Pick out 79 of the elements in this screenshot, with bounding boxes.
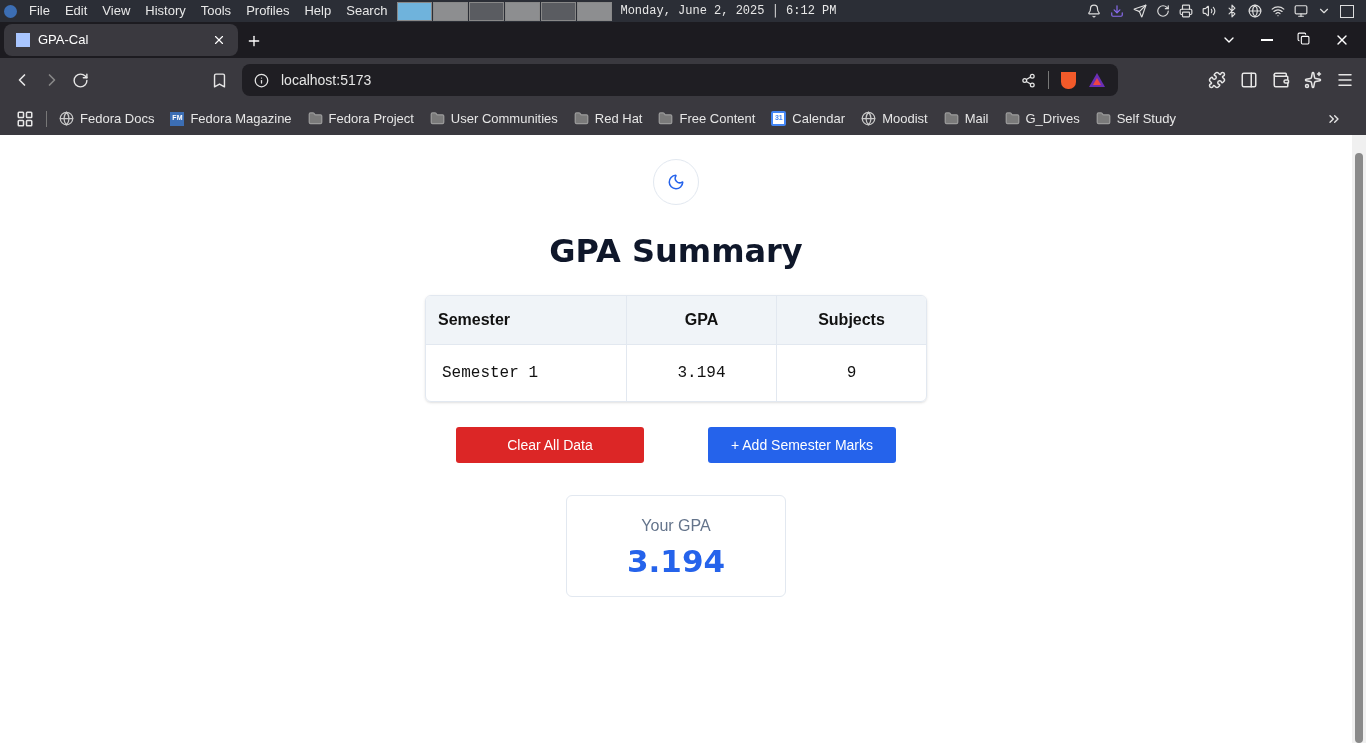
menu-item[interactable]: Search <box>346 1 388 21</box>
gpa-label: Your GPA <box>641 516 711 536</box>
bookmark-link[interactable]: Fedora Magazine <box>190 108 292 129</box>
restore-button[interactable] <box>1297 32 1310 48</box>
wallet-button[interactable] <box>1272 71 1290 89</box>
fedora-logo-icon <box>4 4 17 18</box>
bookmark-link[interactable]: Fedora Project <box>328 108 414 129</box>
close-tab-button[interactable] <box>212 33 226 47</box>
menu-item[interactable]: Profiles <box>246 1 290 21</box>
bookmark-link[interactable]: Free Content <box>679 108 756 129</box>
new-tab-button[interactable] <box>246 33 262 49</box>
vpn-icon <box>1248 4 1262 18</box>
page-title: GPA Summary <box>549 231 803 272</box>
url-text: localhost:5173 <box>281 70 372 90</box>
bookmark-link[interactable]: Fedora Docs <box>80 108 155 129</box>
bell-icon <box>1087 4 1101 18</box>
workspace-switch[interactable] <box>397 1 433 21</box>
bookmark-link[interactable]: G_Drives <box>1025 108 1080 129</box>
menu-item[interactable]: File <box>29 1 50 21</box>
volume-icon <box>1202 4 1216 18</box>
desktop-icon <box>1340 4 1354 18</box>
menu-item[interactable]: History <box>145 1 186 21</box>
bookmark-link[interactable]: Self Study <box>1116 108 1176 129</box>
table-cell-text: Semester 1 <box>441 363 539 384</box>
calculator-icon <box>16 33 30 47</box>
gpa-value: 3.194 <box>626 542 726 581</box>
workspace-switch[interactable] <box>505 1 541 21</box>
folder-icon <box>1095 111 1111 126</box>
wifi-icon <box>1271 4 1285 18</box>
globe-icon <box>861 111 877 126</box>
reload-button[interactable] <box>72 71 89 89</box>
workspace-switch[interactable] <box>577 1 613 21</box>
folder-icon <box>658 111 674 126</box>
clock: Monday, June 2, 2025 │ 6:12 PM <box>620 3 837 20</box>
printer-icon <box>1179 4 1193 18</box>
sidebar-button[interactable] <box>1240 71 1258 89</box>
column-header: GPA <box>626 296 776 345</box>
share-icon <box>1021 72 1036 88</box>
folder-icon <box>1004 111 1020 126</box>
address-bar[interactable]: localhost:5173 <box>242 64 1118 96</box>
folder-icon <box>943 111 959 126</box>
folder-icon <box>573 111 589 126</box>
tab-title: GPA-Cal <box>38 31 89 50</box>
menu-button[interactable] <box>1336 71 1354 89</box>
bookmark-link[interactable]: Moodist <box>882 108 928 129</box>
table-cell: 3.194 <box>626 345 776 401</box>
triangle-icon <box>1088 72 1106 88</box>
menu-item[interactable]: Edit <box>64 1 88 21</box>
browser-tab[interactable]: GPA-Cal <box>4 24 238 56</box>
menu-item[interactable]: View <box>102 1 131 21</box>
menu-item[interactable]: Tools <box>200 1 232 21</box>
extensions-button[interactable] <box>1208 71 1226 89</box>
update-icon <box>1156 4 1170 18</box>
table-cell: 9 <box>776 345 926 401</box>
menu-item[interactable]: Help <box>304 1 332 21</box>
bookmark-link[interactable]: Red Hat <box>594 108 643 129</box>
bookmark-link[interactable]: Mail <box>964 108 989 129</box>
folder-icon <box>429 111 445 126</box>
bookmark-link[interactable]: User Communities <box>450 108 558 129</box>
clear-button[interactable]: Clear All Data <box>456 427 644 463</box>
column-header: Semester <box>426 296 626 345</box>
folder-icon <box>307 111 323 126</box>
workspace-switch[interactable] <box>433 1 469 21</box>
moon-icon <box>667 173 685 191</box>
column-header: Subjects <box>776 296 926 345</box>
add-button[interactable]: + Add Semester Marks <box>708 427 896 463</box>
minimize-icon <box>1261 39 1273 41</box>
info-icon <box>254 72 269 88</box>
bookmark-link[interactable]: Calendar <box>792 108 846 129</box>
lion-shield-icon <box>1061 71 1076 89</box>
globe-icon <box>59 111 74 126</box>
apps-button[interactable] <box>16 109 34 128</box>
download-icon <box>1110 4 1124 18</box>
workspace-switch[interactable] <box>541 1 577 21</box>
send-icon <box>1133 4 1147 18</box>
workspace-switch[interactable] <box>469 1 505 21</box>
ai-button[interactable] <box>1304 71 1322 89</box>
monitor-icon <box>1294 4 1308 18</box>
bookmark-button[interactable] <box>211 71 228 89</box>
